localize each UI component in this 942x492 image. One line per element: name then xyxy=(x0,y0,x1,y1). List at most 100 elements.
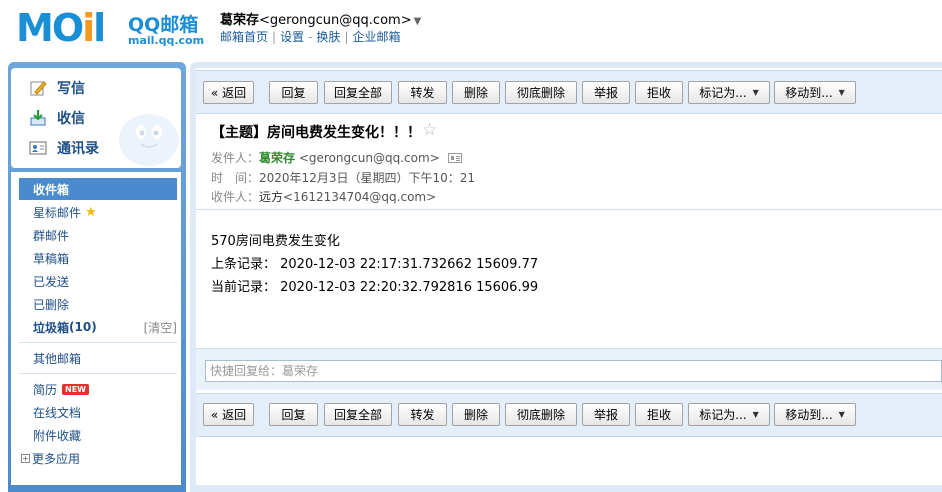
folder-deleted[interactable]: 已删除 xyxy=(19,293,177,315)
chevron-down-icon: ▼ xyxy=(838,410,845,419)
folder-group-mail[interactable]: 群邮件 xyxy=(19,224,177,246)
folder-spam-label: 垃圾箱 xyxy=(33,320,70,335)
reply-button[interactable]: 回复 xyxy=(269,81,318,104)
receive-button[interactable]: 收信 xyxy=(29,106,85,130)
star-outline-icon[interactable]: ☆ xyxy=(422,120,437,140)
mark-as-dropdown[interactable]: 标记为... ▼ xyxy=(688,81,770,104)
delete-forever-button[interactable]: 彻底删除 xyxy=(505,403,577,426)
spam-clear-link[interactable]: [清空] xyxy=(144,319,177,336)
delete-forever-button[interactable]: 彻底删除 xyxy=(505,81,577,104)
account-name: 葛荣存 xyxy=(220,13,260,28)
mark-as-dropdown[interactable]: 标记为... ▼ xyxy=(688,403,770,426)
app-more[interactable]: + 更多应用 xyxy=(11,447,169,469)
delete-button[interactable]: 删除 xyxy=(452,81,500,104)
folder-inbox[interactable]: 收件箱 xyxy=(19,178,177,200)
app-more-label: 更多应用 xyxy=(32,451,81,466)
forward-button[interactable]: 转发 xyxy=(398,81,447,104)
link-mail-home[interactable]: 邮箱首页 xyxy=(220,30,268,44)
chevron-down-icon: ▼ xyxy=(752,88,759,97)
link-settings[interactable]: 设置 xyxy=(280,30,304,44)
sender-name[interactable]: 葛荣存 xyxy=(259,151,295,165)
reply-all-button[interactable]: 回复全部 xyxy=(324,81,392,104)
delete-button[interactable]: 删除 xyxy=(452,403,500,426)
move-to-label: 移动到... xyxy=(785,408,833,422)
folder-other-mailboxes[interactable]: 其他邮箱 xyxy=(19,347,177,369)
link-enterprise-mail[interactable]: 企业邮箱 xyxy=(352,30,400,44)
folder-drafts[interactable]: 草稿箱 xyxy=(19,247,177,269)
move-to-dropdown[interactable]: 移动到... ▼ xyxy=(774,403,856,426)
inbox-download-icon xyxy=(29,109,47,127)
mail-body-line: 上条记录： 2020-12-03 22:17:31.732662 15609.7… xyxy=(211,257,539,272)
chevron-down-icon: ▼ xyxy=(838,88,845,97)
folder-group-label: 群邮件 xyxy=(33,228,70,243)
folder-divider xyxy=(19,342,177,343)
folder-inbox-label: 收件箱 xyxy=(33,182,70,197)
sender-row: 发件人：葛荣存 <gerongcun@qq.com> xyxy=(211,149,462,166)
pencil-icon xyxy=(29,79,47,97)
logo-wordmark: MOil xyxy=(16,6,106,50)
compose-button[interactable]: 写信 xyxy=(29,76,85,100)
folder-list: 收件箱 星标邮件 ★ 群邮件 草稿箱 已发送 已删除 垃圾箱 (10) [清空] 其… xyxy=(11,172,181,485)
folder-starred[interactable]: 星标邮件 ★ xyxy=(19,201,177,223)
back-button[interactable]: « 返回 xyxy=(203,403,254,426)
move-to-dropdown[interactable]: 移动到... ▼ xyxy=(774,81,856,104)
folder-divider xyxy=(19,373,177,374)
reject-button[interactable]: 拒收 xyxy=(635,81,683,104)
mail-body-line: 570房间电费发生变化 xyxy=(211,234,340,249)
recipient-row: 收件人：远方<1612134704@qq.com> xyxy=(211,188,436,205)
report-button[interactable]: 举报 xyxy=(582,403,630,426)
mark-as-label: 标记为... xyxy=(699,86,747,100)
recipient-name[interactable]: 远方 xyxy=(259,190,283,204)
compose-label: 写信 xyxy=(57,81,85,97)
mail-subject: 【主题】房间电费发生变化！！！ xyxy=(211,125,421,141)
app-online-docs[interactable]: 在线文档 xyxy=(19,401,177,423)
contact-card-icon[interactable] xyxy=(447,153,462,163)
new-badge: NEW xyxy=(62,383,89,395)
star-icon: ★ xyxy=(85,204,97,220)
folder-sent[interactable]: 已发送 xyxy=(19,270,177,292)
folder-deleted-label: 已删除 xyxy=(33,297,70,312)
chevron-down-icon[interactable]: ▼ xyxy=(414,16,422,27)
account-switcher[interactable]: 葛荣存<gerongcun@qq.com> ▼ xyxy=(220,9,421,28)
expand-plus-icon[interactable]: + xyxy=(21,453,30,463)
receive-label: 收信 xyxy=(57,111,85,127)
time-row: 时 间：2020年12月3日（星期四）下午10：21 xyxy=(211,169,475,186)
link-skin[interactable]: 换肤 xyxy=(316,30,340,44)
logo-domain-text: mail.qq.com xyxy=(128,34,205,47)
contacts-label: 通讯录 xyxy=(57,141,99,157)
folder-spam-count: (10) xyxy=(69,320,97,334)
reply-all-button[interactable]: 回复全部 xyxy=(324,403,392,426)
back-button[interactable]: « 返回 xyxy=(203,81,254,104)
folder-other-label: 其他邮箱 xyxy=(33,351,82,366)
forward-button[interactable]: 转发 xyxy=(398,403,447,426)
reply-button[interactable]: 回复 xyxy=(269,403,318,426)
folder-drafts-label: 草稿箱 xyxy=(33,251,70,266)
time-label: 时 间： xyxy=(211,171,260,185)
recipient-label: 收件人： xyxy=(211,190,260,204)
folder-starred-label: 星标邮件 xyxy=(33,205,82,220)
folder-spam[interactable]: 垃圾箱 (10) [清空] xyxy=(19,316,177,338)
account-email: <gerongcun@qq.com> xyxy=(259,13,412,28)
mark-as-label: 标记为... xyxy=(699,408,747,422)
app-attachments[interactable]: 附件收藏 xyxy=(19,424,177,446)
reject-button[interactable]: 拒收 xyxy=(635,403,683,426)
header-links: 邮箱首页 | 设置 - 换肤 | 企业邮箱 xyxy=(220,30,401,44)
contacts-card-icon xyxy=(29,139,47,157)
top-header: MOil QQ邮箱 mail.qq.com 葛荣存<gerongcun@qq.c… xyxy=(0,0,942,62)
app-docs-label: 在线文档 xyxy=(33,405,82,420)
header-divider xyxy=(196,209,942,210)
report-button[interactable]: 举报 xyxy=(582,81,630,104)
sender-label: 发件人： xyxy=(211,151,260,165)
chevron-down-icon: ▼ xyxy=(752,410,759,419)
sender-email: <gerongcun@qq.com> xyxy=(298,151,440,165)
quick-reply-input[interactable]: 快捷回复给：葛荣存 xyxy=(205,360,942,382)
app-attachments-label: 附件收藏 xyxy=(33,428,82,443)
mail-body-line: 当前记录： 2020-12-03 22:20:32.792816 15606.9… xyxy=(211,280,539,295)
quick-actions-panel: 写信 收信 通讯录 xyxy=(11,68,181,168)
move-to-label: 移动到... xyxy=(785,86,833,100)
time-value: 2020年12月3日（星期四）下午10：21 xyxy=(259,171,475,185)
app-resume-label: 简历 xyxy=(33,382,58,397)
contacts-button[interactable]: 通讯录 xyxy=(29,136,99,160)
app-resume[interactable]: 简历 NEW xyxy=(19,378,177,400)
logo-brand-text: QQ邮箱 xyxy=(128,14,199,36)
